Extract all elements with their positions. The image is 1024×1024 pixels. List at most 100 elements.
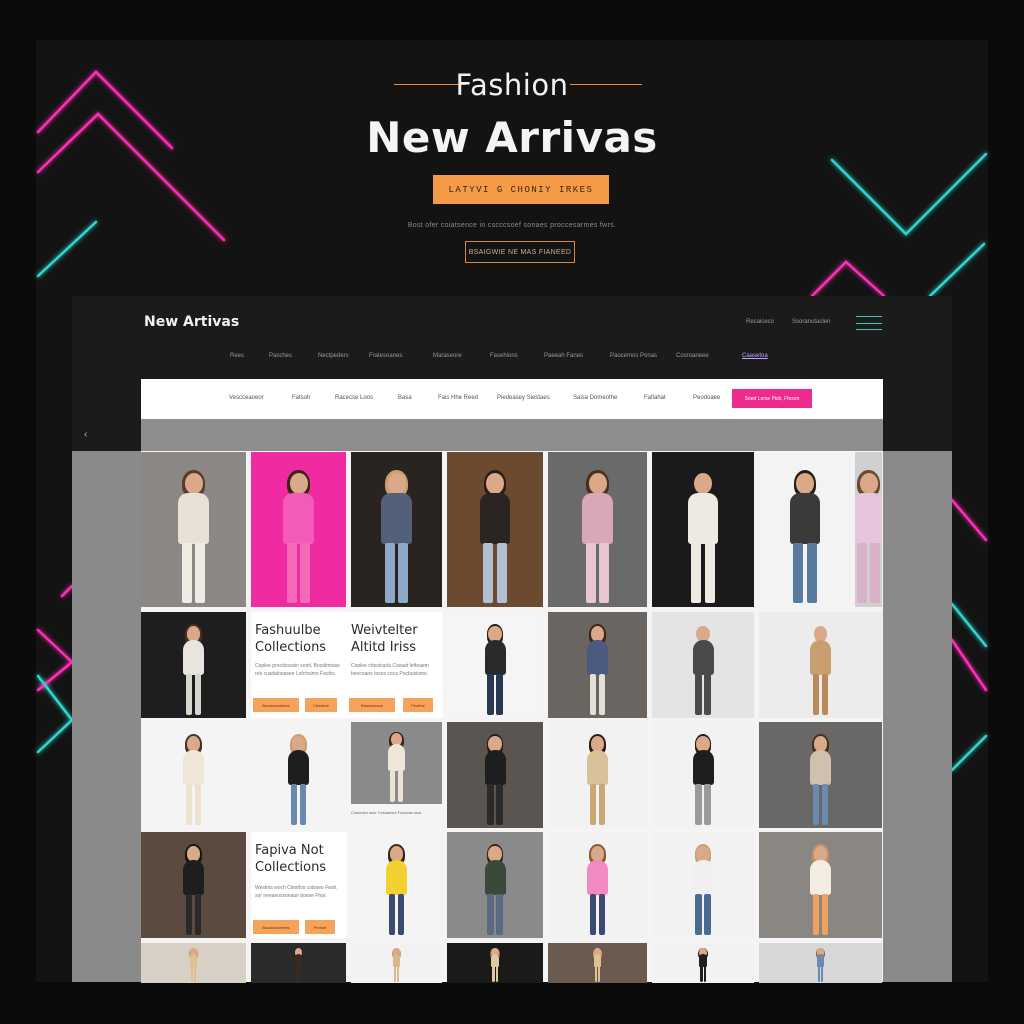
filter-5[interactable]: Fais Hhe Reed — [438, 395, 478, 401]
product-tile[interactable] — [141, 612, 246, 718]
promo-1-body: Ceplee procdcessin sonit, Bocdimtose reb… — [255, 663, 340, 677]
filter-7[interactable]: Saisa Domeothe — [573, 395, 617, 401]
site-brand[interactable]: New Artivas — [144, 314, 239, 330]
product-photo-figure — [581, 840, 614, 938]
product-photo-figure — [471, 464, 519, 607]
product-tile[interactable] — [447, 832, 543, 938]
product-tile[interactable] — [351, 943, 442, 983]
product-photo-figure — [855, 464, 882, 607]
product-photo-figure — [479, 840, 512, 938]
product-photo-figure — [581, 620, 614, 718]
product-tile[interactable] — [548, 452, 647, 607]
nav-item-6[interactable]: Fasehions — [490, 353, 518, 359]
product-tile[interactable] — [652, 943, 754, 983]
product-photo-figure — [177, 840, 210, 938]
product-tile[interactable] — [351, 452, 442, 607]
filter-6[interactable]: Piedeasey Siestaes — [497, 395, 550, 401]
product-photo-figure — [390, 946, 402, 983]
product-photo-figure — [479, 620, 512, 718]
product-photo-figure — [373, 464, 421, 607]
product-tile[interactable] — [251, 943, 346, 983]
filter-bar: Vescceaoeor Fatsoh Racecse Loos Basa Fai… — [141, 379, 883, 419]
grid-gutter-right — [883, 451, 952, 982]
promo-3-button-2[interactable]: Pronse — [305, 920, 335, 934]
filter-cta-button[interactable]: Soed Lorse Pisb, Ffeson — [732, 389, 812, 408]
product-photo-figure — [177, 730, 210, 828]
product-tile[interactable] — [447, 612, 543, 718]
chevron-left-icon[interactable]: ‹ — [84, 429, 87, 440]
product-photo-figure — [581, 730, 614, 828]
product-tile[interactable] — [251, 722, 346, 828]
util-link-2[interactable]: Ssoranutaclen — [792, 319, 830, 325]
product-tile[interactable] — [652, 612, 754, 718]
filter-2[interactable]: Fatsoh — [292, 395, 310, 401]
product-tile[interactable] — [447, 452, 543, 607]
product-photo-figure — [380, 840, 413, 938]
promo-card-1: Fashuulbe Collections Ceplee procdcessin … — [251, 612, 347, 718]
filter-4[interactable]: Basa — [398, 395, 412, 401]
filter-1[interactable]: Vescceaoeor — [229, 395, 264, 401]
promo-3-title: Fapiva Not Collections — [255, 843, 327, 875]
product-photo-figure — [170, 464, 218, 607]
product-photo-figure — [781, 464, 829, 607]
product-tile[interactable] — [251, 452, 346, 607]
product-photo-figure — [282, 730, 315, 828]
promo-1-title: Fashuulbe Collections — [255, 623, 327, 655]
promo-2-button-1[interactable]: Rassnesoon — [349, 698, 395, 712]
product-tile[interactable] — [759, 943, 882, 983]
promo-1-button-1[interactable]: Bucsceoolenes — [253, 698, 299, 712]
product-tile[interactable] — [548, 832, 647, 938]
product-photo-figure — [804, 840, 837, 938]
hamburger-icon[interactable] — [856, 316, 882, 330]
product-photo-figure — [574, 464, 622, 607]
promo-3-button-1[interactable]: Bucsceoolenes — [253, 920, 299, 934]
product-photo-figure — [384, 729, 409, 804]
nav-item-7[interactable]: Paeeah Fanes — [544, 353, 583, 359]
hero-outline-button[interactable]: BSAIGWIE NE MAS FIANEED — [465, 241, 575, 263]
product-photo-figure — [177, 620, 210, 718]
hero-title: New Arrivas — [366, 113, 658, 162]
product-tile[interactable] — [652, 452, 754, 607]
nav-item-3[interactable]: Nectpeders — [318, 353, 349, 359]
product-tile[interactable] — [855, 452, 882, 607]
product-tile[interactable] — [447, 943, 543, 983]
product-photo-figure — [687, 840, 720, 938]
product-photo-figure — [489, 946, 501, 983]
product-tile[interactable] — [652, 722, 754, 828]
nav-item-5[interactable]: Maraseore — [433, 353, 462, 359]
nav-item-1[interactable]: Rees — [230, 353, 244, 359]
product-tile[interactable] — [755, 452, 855, 607]
filter-9[interactable]: Peodoaee — [693, 395, 720, 401]
promo-card-3: Fapiva Not Collections Westnis woch Ctest… — [251, 832, 347, 938]
filter-8[interactable]: Fafiahat — [644, 395, 666, 401]
promo-2-button-2[interactable]: Peohhe — [403, 698, 433, 712]
promo-1-button-2[interactable]: Cloeetoe — [305, 698, 337, 712]
product-tile[interactable] — [141, 722, 246, 828]
product-tile[interactable] — [351, 832, 442, 938]
product-tile[interactable] — [141, 943, 246, 983]
util-link-1[interactable]: Recaiceco — [746, 319, 774, 325]
product-tile[interactable] — [351, 722, 442, 804]
nav-item-4[interactable]: Fratesoanes — [369, 353, 402, 359]
product-tile[interactable] — [759, 832, 882, 938]
product-tile[interactable] — [759, 612, 882, 718]
filter-3[interactable]: Racecse Loos — [335, 395, 373, 401]
product-tile[interactable] — [759, 722, 882, 828]
product-tile[interactable] — [141, 452, 246, 607]
promo-card-2: Weivtelter Altitd Iriss Ceplee chestcarla… — [347, 612, 443, 718]
product-tile[interactable] — [548, 943, 647, 983]
product-photo-figure — [804, 620, 837, 718]
product-photo-figure — [687, 730, 720, 828]
nav-item-2[interactable]: Pasches — [269, 353, 292, 359]
nav-item-8[interactable]: Paocemos Ponas — [610, 353, 657, 359]
product-tile[interactable] — [447, 722, 543, 828]
product-tile[interactable] — [548, 612, 647, 718]
product-tile[interactable] — [548, 722, 647, 828]
product-tile[interactable] — [141, 832, 246, 938]
product-photo-figure — [187, 946, 199, 983]
product-tile[interactable] — [652, 832, 754, 938]
hero-cta-button[interactable]: LATYVI G CHONIY IRKES — [433, 175, 609, 204]
promo-2-body: Ceplee chestcarla Cseaot lefteaem beocea… — [351, 663, 429, 677]
nav-item-10-active[interactable]: Caasetoa — [742, 353, 768, 359]
nav-item-9[interactable]: Cosroaneee — [676, 353, 709, 359]
